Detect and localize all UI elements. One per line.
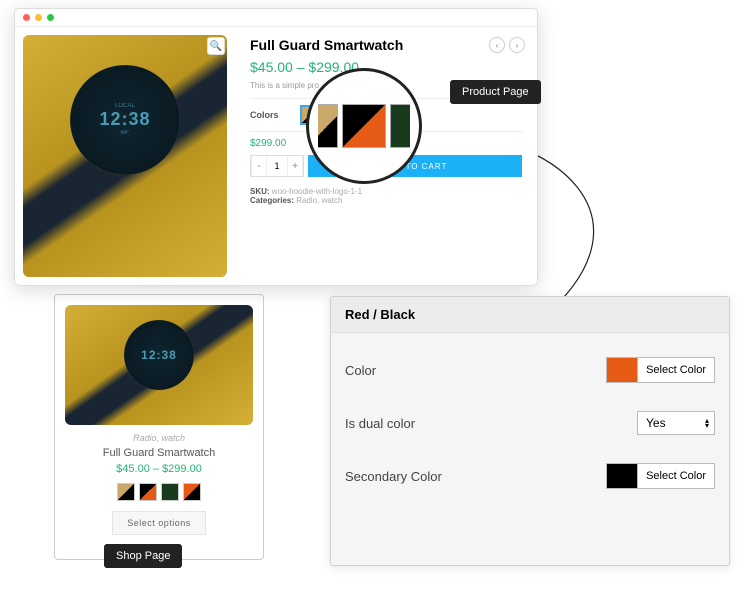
shop-price-min: $45.00 — [116, 463, 150, 475]
sku-label: SKU: — [250, 187, 270, 196]
watch-local: LOCAL — [115, 103, 135, 109]
zoom-button[interactable]: 🔍 — [207, 37, 225, 55]
color-row: Color Select Color — [345, 343, 715, 397]
dual-color-row: Is dual color Yes ▴▾ — [345, 397, 715, 449]
select-secondary-color-button[interactable]: Select Color — [638, 463, 715, 489]
minimize-icon[interactable] — [35, 14, 42, 21]
shop-swatch-orange-black[interactable] — [183, 483, 201, 501]
secondary-color-chip[interactable] — [606, 463, 638, 489]
price-sep: – — [293, 59, 309, 75]
product-page-label: Product Page — [450, 80, 541, 104]
shop-price-max: $299.00 — [162, 463, 202, 475]
qty-increase-button[interactable]: + — [287, 156, 303, 176]
magnified-swatch-center — [342, 104, 386, 148]
shop-price: $45.00 – $299.00 — [65, 463, 253, 475]
magnifier-circle — [306, 68, 422, 184]
secondary-color-label: Secondary Color — [345, 469, 442, 484]
shop-price-sep: – — [150, 463, 162, 475]
watch-face: LOCAL 12:38 64° — [70, 65, 180, 175]
categories-value: Radio, watch — [294, 196, 342, 205]
select-primary-color-button[interactable]: Select Color — [638, 357, 715, 383]
color-label: Color — [345, 363, 376, 378]
shop-swatch-black-orange[interactable] — [139, 483, 157, 501]
watch-time-small: 12:38 — [141, 348, 177, 362]
qty-input[interactable] — [267, 156, 287, 176]
magnified-swatch-partial-left — [318, 104, 338, 148]
product-image: LOCAL 12:38 64° — [23, 35, 227, 277]
magnified-swatch-partial-right — [390, 104, 410, 148]
shop-swatches — [65, 483, 253, 501]
price-min: $45.00 — [250, 59, 293, 75]
sku-value: woo-hoodie-with-logo-1-1 — [270, 187, 363, 196]
secondary-color-row: Secondary Color Select Color — [345, 449, 715, 503]
product-title: Full Guard Smartwatch — [250, 37, 522, 53]
shop-product-title[interactable]: Full Guard Smartwatch — [65, 447, 253, 459]
product-meta: SKU: woo-hoodie-with-logo-1-1 Categories… — [250, 187, 522, 205]
primary-color-chip[interactable] — [606, 357, 638, 383]
dual-color-value: Yes — [646, 416, 666, 430]
watch-temp: 64° — [120, 130, 129, 136]
shop-page-label: Shop Page — [104, 544, 182, 568]
primary-color-picker: Select Color — [606, 357, 715, 383]
shop-categories: Radio, watch — [65, 433, 253, 443]
categories-label: Categories: — [250, 196, 294, 205]
secondary-color-picker: Select Color — [606, 463, 715, 489]
shop-swatch-tan-black[interactable] — [117, 483, 135, 501]
window-titlebar — [15, 9, 537, 27]
product-image-area: LOCAL 12:38 64° 🔍 — [15, 27, 235, 285]
quantity-stepper: - + — [250, 155, 304, 177]
product-page-window: LOCAL 12:38 64° 🔍 ‹ › Full Guard Smartwa… — [14, 8, 538, 286]
settings-body: Color Select Color Is dual color Yes ▴▾ … — [331, 333, 729, 513]
shop-product-image[interactable]: 12:38 — [65, 305, 253, 425]
dual-color-label: Is dual color — [345, 416, 415, 431]
qty-decrease-button[interactable]: - — [251, 156, 267, 176]
chevron-updown-icon: ▴▾ — [705, 418, 709, 428]
maximize-icon[interactable] — [47, 14, 54, 21]
shop-swatch-green[interactable] — [161, 483, 179, 501]
select-options-button[interactable]: Select options — [112, 511, 206, 535]
product-body: LOCAL 12:38 64° 🔍 ‹ › Full Guard Smartwa… — [15, 27, 537, 285]
watch-time: 12:38 — [99, 109, 150, 130]
settings-title: Red / Black — [331, 297, 729, 333]
color-settings-panel: Red / Black Color Select Color Is dual c… — [330, 296, 730, 566]
dual-color-select[interactable]: Yes ▴▾ — [637, 411, 715, 435]
colors-label: Colors — [250, 110, 300, 120]
prev-product-button[interactable]: ‹ — [489, 37, 505, 53]
close-icon[interactable] — [23, 14, 30, 21]
shop-page-card: 12:38 Radio, watch Full Guard Smartwatch… — [54, 294, 264, 560]
nav-arrows: ‹ › — [489, 37, 525, 53]
next-product-button[interactable]: › — [509, 37, 525, 53]
